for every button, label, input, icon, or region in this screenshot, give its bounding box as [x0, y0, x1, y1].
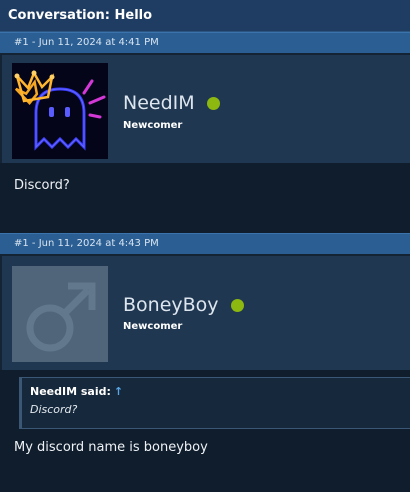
default-male-avatar	[12, 266, 108, 362]
user-title: Newcomer	[123, 120, 183, 131]
user-title: Newcomer	[123, 321, 183, 332]
quote-text: Discord?	[30, 403, 78, 416]
post-message: Discord?	[14, 178, 70, 193]
conversation-title: Conversation: Hello	[8, 8, 153, 23]
post-header: #1 - Jun 11, 2024 at 4:43 PM	[0, 233, 410, 254]
post-message: My discord name is boneyboy	[14, 440, 208, 455]
jump-to-quote-icon[interactable]: ↑	[114, 385, 123, 398]
post-permalink[interactable]: #1 - Jun 11, 2024 at 4:41 PM	[14, 37, 159, 48]
conversation-titlebar: Conversation: Hello	[0, 0, 410, 32]
post-body: Discord?	[0, 163, 410, 233]
user-avatar[interactable]	[12, 63, 108, 159]
quote-header: NeedIM said: ↑	[30, 385, 123, 398]
username[interactable]: NeedIM	[123, 92, 195, 114]
post-permalink[interactable]: #1 - Jun 11, 2024 at 4:43 PM	[14, 238, 159, 249]
post-user-info: NeedIM Newcomer	[2, 55, 410, 163]
online-status-icon	[206, 96, 220, 110]
quote-block: NeedIM said: ↑ Discord?	[19, 377, 410, 429]
user-avatar[interactable]	[12, 266, 108, 362]
post-user-info: BoneyBoy Newcomer	[2, 256, 410, 370]
username[interactable]: BoneyBoy	[123, 294, 219, 316]
username-row: BoneyBoy	[123, 293, 244, 317]
username-row: NeedIM	[123, 91, 220, 115]
online-status-icon	[230, 298, 244, 312]
post-header: #1 - Jun 11, 2024 at 4:41 PM	[0, 32, 410, 53]
neon-ghost-crown-avatar	[14, 70, 106, 151]
quote-author: NeedIM said:	[30, 385, 111, 398]
